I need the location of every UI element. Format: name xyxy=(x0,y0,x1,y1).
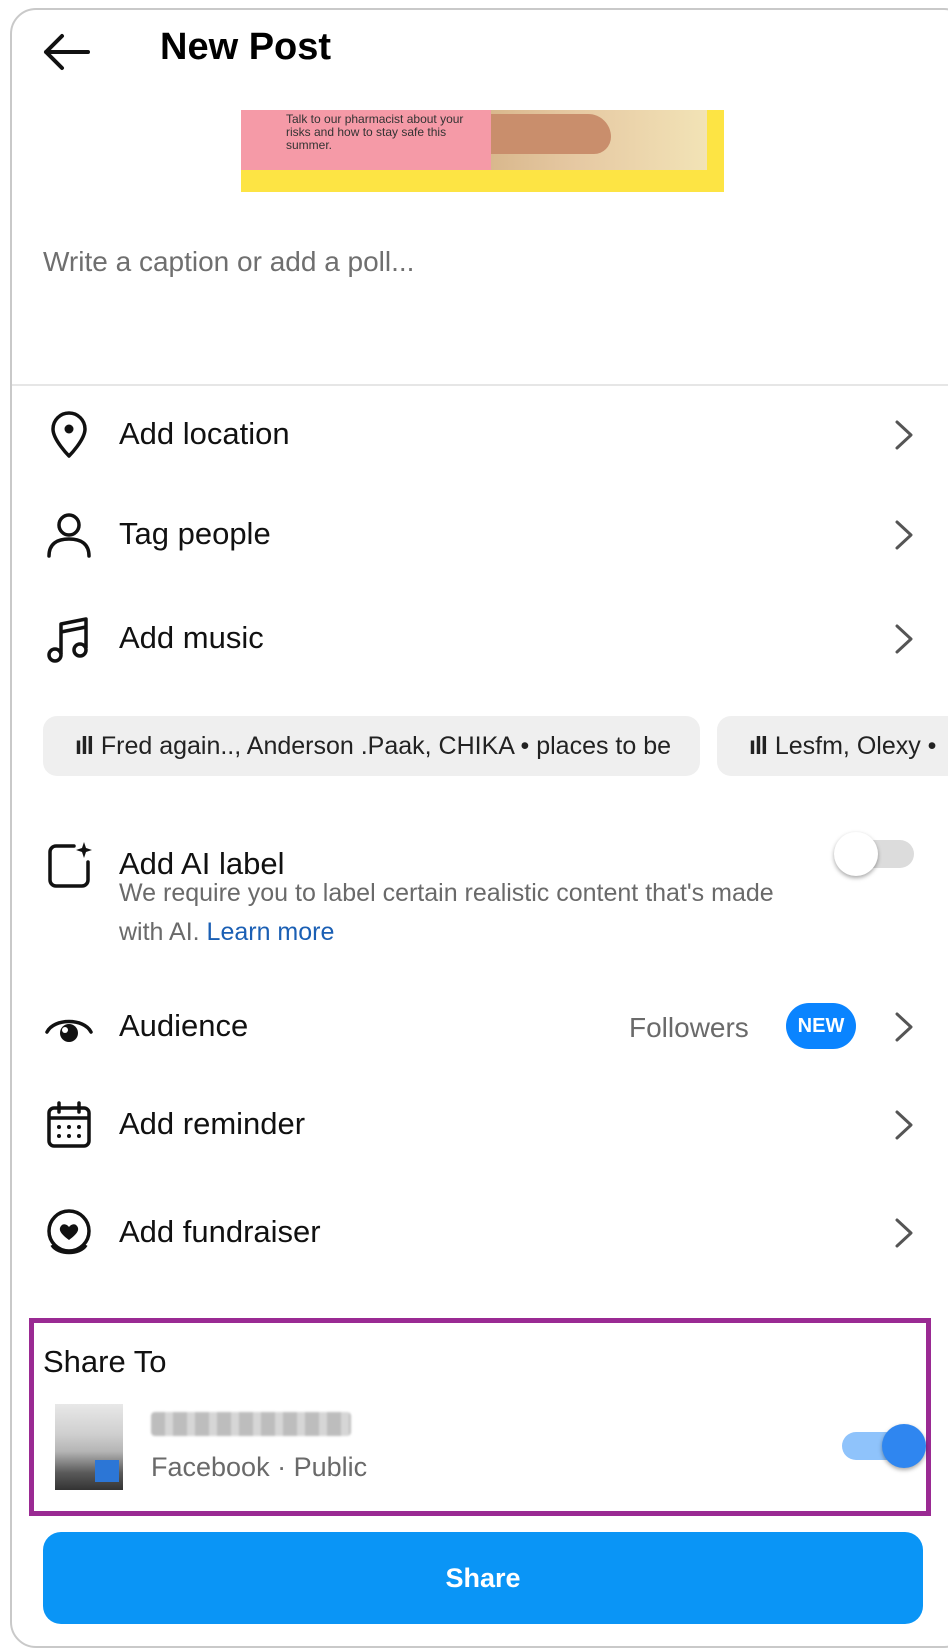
chevron-right-icon xyxy=(892,418,916,452)
audio-bars-icon: ıll xyxy=(75,732,94,760)
avatar xyxy=(55,1404,123,1490)
share-button[interactable]: Share xyxy=(43,1532,923,1624)
add-location-row[interactable]: Add location xyxy=(0,396,948,476)
ad-photo-hand xyxy=(491,114,611,154)
new-badge: NEW xyxy=(786,1003,856,1049)
caption-input[interactable]: Write a caption or add a poll... xyxy=(43,246,414,278)
toggle-knob xyxy=(834,832,878,876)
post-media-thumbnail[interactable]: Talk to our pharmacist about your risks … xyxy=(241,110,724,192)
add-fundraiser-label: Add fundraiser xyxy=(119,1214,321,1249)
add-reminder-row[interactable]: Add reminder xyxy=(0,1086,948,1166)
chevron-right-icon xyxy=(892,518,916,552)
music-suggestion-chip[interactable]: ıll Lesfm, Olexy • xyxy=(717,716,948,776)
add-music-label: Add music xyxy=(119,620,264,655)
fundraiser-heart-icon xyxy=(44,1208,94,1258)
ad-text: Talk to our pharmacist about your risks … xyxy=(286,112,464,152)
music-suggestions: ıll Fred again.., Anderson .Paak, CHIKA •… xyxy=(43,716,948,776)
share-to-facebook-toggle[interactable] xyxy=(842,1424,926,1468)
tag-people-row[interactable]: Tag people xyxy=(0,496,948,576)
add-music-row[interactable]: Add music xyxy=(0,600,948,680)
tag-people-label: Tag people xyxy=(119,516,271,551)
chevron-right-icon xyxy=(892,622,916,656)
location-pin-icon xyxy=(44,410,94,460)
chevron-right-icon xyxy=(892,1216,916,1250)
music-suggestion-chip[interactable]: ıll Fred again.., Anderson .Paak, CHIKA •… xyxy=(43,716,700,776)
share-to-title: Share To xyxy=(43,1344,167,1379)
person-icon xyxy=(44,510,94,560)
calendar-icon xyxy=(44,1100,94,1150)
chevron-right-icon xyxy=(892,1108,916,1142)
audience-value: Followers xyxy=(629,1012,749,1043)
chevron-right-icon xyxy=(892,1010,916,1044)
toggle-knob xyxy=(882,1424,926,1468)
blurred-account-name xyxy=(151,1412,351,1436)
avatar-detail xyxy=(95,1460,119,1482)
learn-more-link[interactable]: Learn more xyxy=(207,918,335,946)
audio-bars-icon: ıll xyxy=(749,732,768,760)
ai-sparkle-square-icon xyxy=(44,840,94,890)
back-arrow-icon[interactable] xyxy=(40,30,92,74)
audience-label: Audience xyxy=(119,1008,249,1043)
add-reminder-label: Add reminder xyxy=(119,1106,306,1141)
ai-label-toggle[interactable] xyxy=(834,832,914,876)
add-fundraiser-row[interactable]: Add fundraiser xyxy=(0,1194,948,1274)
ai-label-description: We require you to label certain realisti… xyxy=(119,879,774,946)
account-subtitle: Facebook · Public xyxy=(151,1452,368,1482)
divider xyxy=(12,384,948,386)
music-note-icon xyxy=(44,614,94,664)
add-location-label: Add location xyxy=(119,416,290,451)
eye-icon xyxy=(44,1002,94,1052)
page-title: New Post xyxy=(160,26,332,68)
